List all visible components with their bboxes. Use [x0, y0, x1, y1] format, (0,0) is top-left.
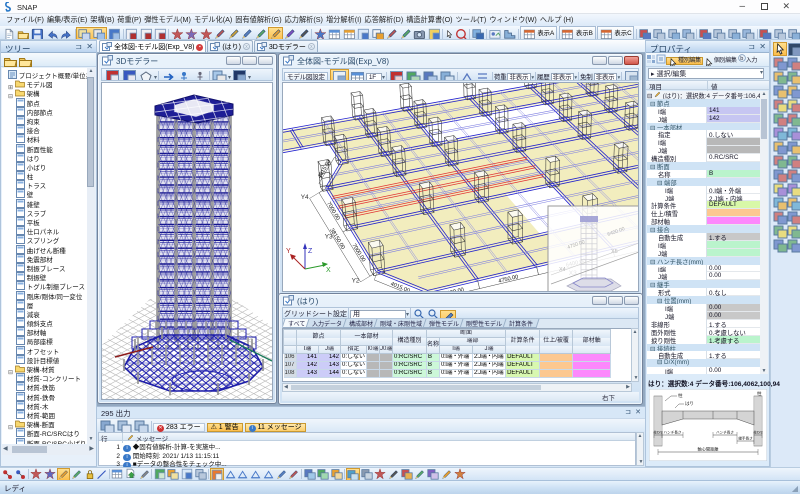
svg-text:Y3: Y3 [325, 233, 333, 240]
svg-text:継手長さ: 継手長さ [738, 436, 753, 441]
svg-text:柱D/2: 柱D/2 [753, 430, 762, 435]
svg-text:柱: 柱 [757, 390, 762, 397]
svg-text:1: 1 [464, 80, 468, 82]
svg-text:ハンチ長さ: ハンチ長さ [664, 430, 682, 435]
svg-text:X: X [326, 267, 331, 274]
svg-text:Y2: Y2 [352, 278, 360, 285]
svg-text:柱: 柱 [678, 392, 683, 399]
svg-text:Y: Y [286, 248, 291, 255]
svg-text:柱D/2: 柱D/2 [653, 430, 662, 435]
svg-text:Y4: Y4 [301, 194, 309, 201]
svg-text:b: b [740, 56, 743, 62]
svg-text:ハンチ長さ: ハンチ長さ [716, 430, 734, 435]
svg-text:軸心間距離: 軸心間距離 [698, 446, 720, 453]
svg-text:Z: Z [308, 248, 313, 255]
